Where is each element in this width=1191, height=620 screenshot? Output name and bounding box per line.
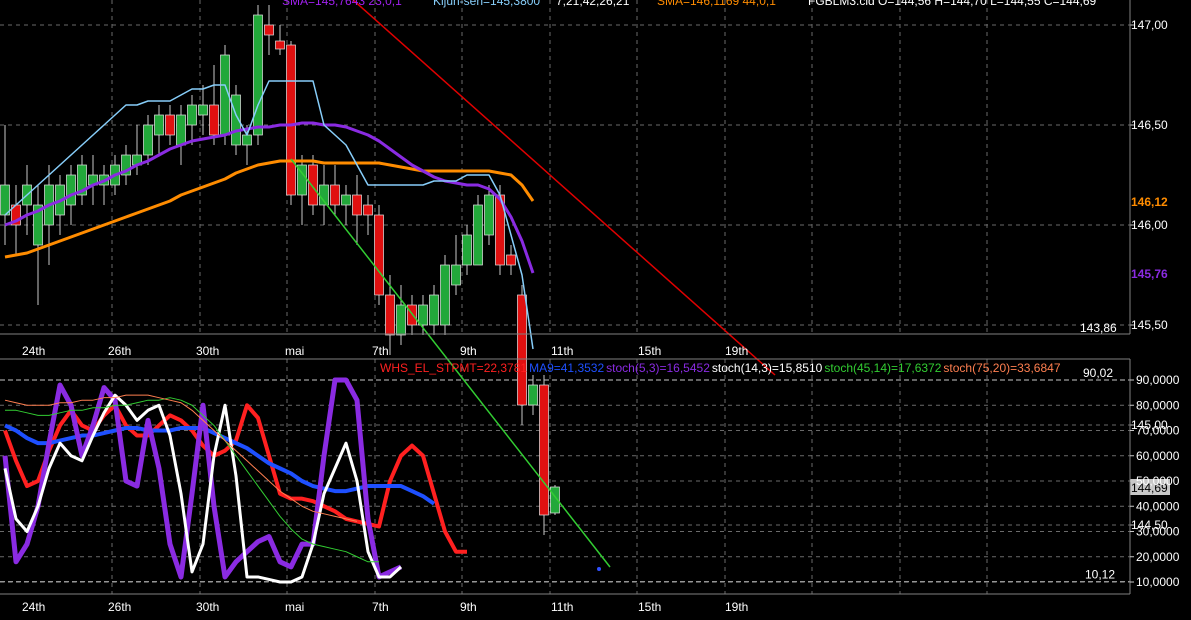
date-label: 11th <box>551 344 573 358</box>
candle-up <box>484 194 494 236</box>
candle-down <box>286 44 296 196</box>
price-tick-label: 145,50 <box>1131 318 1168 332</box>
sma23-line <box>4 121 535 274</box>
candle-down <box>385 294 395 336</box>
trend-point <box>597 567 601 571</box>
candle-down <box>275 40 285 50</box>
candle-down <box>308 164 318 206</box>
candle-up <box>242 134 252 146</box>
candle-down <box>517 294 527 406</box>
candle-down <box>363 204 373 216</box>
oscillator-legend: WHS_EL_STPMT=22,3781 MA9=41,3532 stoch(5,3… <box>380 361 1061 375</box>
osc-tick-label: 30,0000 <box>1136 525 1180 539</box>
date-label: mai <box>285 600 304 614</box>
resistance-trendline <box>351 0 776 376</box>
date-label: 7th <box>372 344 389 358</box>
candle-up <box>253 14 263 136</box>
legend-item: SMA=145,7643 23,0,1 <box>282 0 402 8</box>
candle-down <box>330 184 340 206</box>
date-label: 9th <box>460 600 477 614</box>
candle-down <box>374 214 384 296</box>
osc-tick-label: 20,0000 <box>1136 550 1180 564</box>
date-label: 26th <box>108 600 131 614</box>
candle-up <box>418 304 428 326</box>
candle-down <box>264 24 274 36</box>
level-low-label: 10,12 <box>1085 568 1115 582</box>
oscillator-legend-item: WHS_EL_STPMT=22,3781 <box>380 361 527 375</box>
osc-tick-label: 60,0000 <box>1136 449 1180 463</box>
candle-down <box>539 384 549 516</box>
candle-up <box>396 304 406 336</box>
legend-item: Kijun-sen=145,3800 <box>433 0 540 8</box>
osc-tick-label: 90,0000 <box>1136 373 1180 387</box>
oscillator-legend-item: stoch(14,3)=15,8510 <box>712 361 823 375</box>
instrument-legend: SMA=145,7643 23,0,1 Kijun-sen=145,3800 7,2… <box>282 0 1097 8</box>
date-label: 7th <box>372 600 389 614</box>
date-label: mai <box>285 344 304 358</box>
date-label: 19th <box>725 600 748 614</box>
date-label: 30th <box>196 600 219 614</box>
oscillator-legend-item: stoch(5,3)=16,5452 <box>606 361 710 375</box>
date-label: 30th <box>196 344 219 358</box>
date-label: 26th <box>108 344 131 358</box>
moving-average-lines <box>4 80 535 350</box>
kijun-line <box>4 80 534 350</box>
candle-up <box>462 234 472 266</box>
candle-up <box>66 174 76 206</box>
price-tick-label: 146,50 <box>1131 118 1168 132</box>
legend-item: FGBLM3.cld O=144,56 H=144,70 L=144,55 C=… <box>808 0 1097 8</box>
trading-chart: SMA=145,7643 23,0,1 Kijun-sen=145,3800 7,2… <box>0 0 1180 620</box>
legend-item: 7,21,42,26,21 <box>556 0 630 8</box>
oscillator-legend-item: stoch(45,14)=17,6372 <box>824 361 941 375</box>
candle-down <box>352 194 362 216</box>
price-marker: 145,76 <box>1131 267 1168 281</box>
osc-tick-label: 80,0000 <box>1136 398 1180 412</box>
date-label: 15th <box>638 600 661 614</box>
candle-up <box>198 104 208 116</box>
candle-down <box>209 104 219 136</box>
candle-up <box>473 204 483 266</box>
osc-tick-label: 50,0000 <box>1136 474 1180 488</box>
candle-down <box>165 114 175 136</box>
candle-down <box>407 304 417 326</box>
candle-up <box>341 194 351 206</box>
osc-tick-label: 40,0000 <box>1136 499 1180 513</box>
candle-up <box>429 294 439 326</box>
price-tick-label: 147,00 <box>1131 18 1168 32</box>
low-price-label: 143,86 <box>1080 321 1117 335</box>
date-label: 9th <box>460 344 477 358</box>
candle-up <box>187 104 197 126</box>
price-marker: 146,12 <box>1131 195 1168 209</box>
osc-tick-label: 10,0000 <box>1136 575 1180 589</box>
candle-up <box>528 384 538 406</box>
date-label: 19th <box>725 344 748 358</box>
candle-up <box>0 184 10 216</box>
candle-up <box>451 264 461 286</box>
legend-item: SMA=146,1169 44,0,1 <box>657 0 776 8</box>
price-tick-label: 146,00 <box>1131 218 1168 232</box>
candle-up <box>176 114 186 146</box>
date-axis-bottom: 24th 26th 30th mai 7th 9th 11th 15th 19th <box>22 600 748 614</box>
oscillator-axis: 90,0000 80,0000 70,0000 60,0000 50,0000 40,00… <box>1083 366 1180 589</box>
oscillator-legend-item: MA9=41,3532 <box>529 361 604 375</box>
trend-lines <box>290 0 776 571</box>
date-label: 24th <box>22 600 45 614</box>
level-high-label: 90,02 <box>1083 366 1113 380</box>
date-label: 24th <box>22 344 45 358</box>
osc-tick-label: 70,0000 <box>1136 424 1180 438</box>
date-label: 11th <box>551 600 573 614</box>
candle-up <box>440 264 450 326</box>
date-label: 15th <box>638 344 661 358</box>
date-axis-top: 24th 26th 30th mai 7th 9th 11th 15th 19th <box>22 344 748 358</box>
candle-up <box>143 124 153 156</box>
oscillator-legend-item: stoch(75,20)=33,6847 <box>943 361 1060 375</box>
candle-up <box>154 114 164 136</box>
candle-down <box>506 254 516 266</box>
